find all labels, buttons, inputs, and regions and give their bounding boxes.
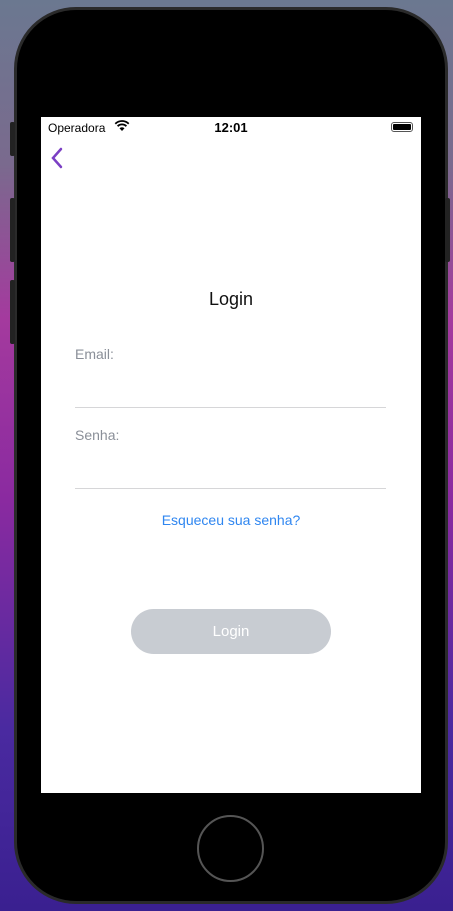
chevron-left-icon[interactable]: [49, 147, 65, 169]
battery-icon: [391, 122, 413, 132]
password-label: Senha:: [75, 427, 120, 443]
forgot-password-link[interactable]: Esqueceu sua senha?: [41, 512, 421, 528]
page-title: Login: [208, 289, 254, 309]
volume-up-button: [10, 198, 15, 262]
email-label: Email:: [75, 346, 114, 362]
password-field[interactable]: [75, 455, 386, 489]
email-field[interactable]: [75, 374, 386, 408]
screen: Operadora 12:01 Login Email: Senha: Esqu…: [41, 117, 421, 793]
power-button: [445, 198, 450, 262]
clock: 12:01: [214, 120, 248, 135]
mute-switch: [10, 122, 15, 156]
home-button[interactable]: [197, 815, 264, 882]
status-bar: Operadora 12:01: [41, 117, 421, 137]
volume-down-button: [10, 280, 15, 344]
login-button[interactable]: Login: [131, 609, 331, 654]
